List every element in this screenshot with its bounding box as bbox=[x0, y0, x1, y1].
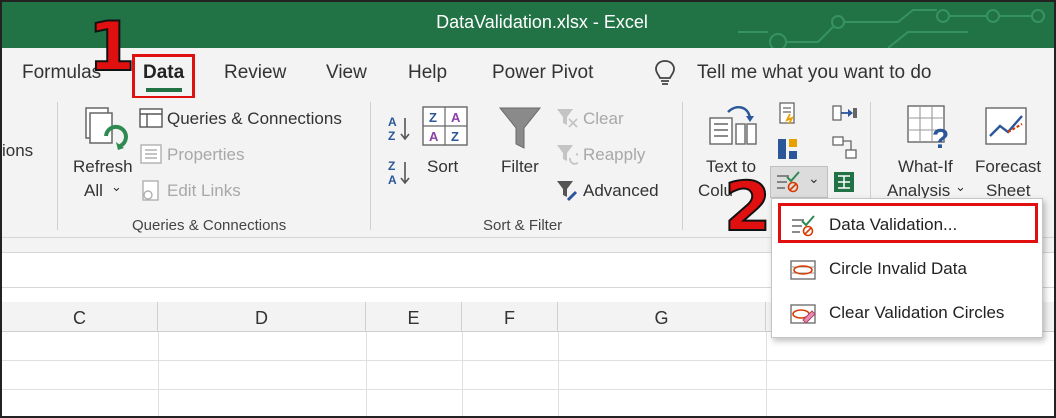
refresh-all-label-2[interactable]: All bbox=[84, 181, 103, 201]
group-separator bbox=[370, 102, 371, 230]
clear-button[interactable]: Clear bbox=[583, 109, 624, 129]
properties-icon bbox=[140, 144, 162, 164]
filter-label[interactable]: Filter bbox=[501, 157, 539, 177]
circuit-pattern-decoration bbox=[738, 9, 1045, 48]
column-gridline bbox=[158, 332, 159, 416]
data-validation-icon[interactable] bbox=[775, 171, 801, 193]
svg-text:Z: Z bbox=[388, 129, 395, 143]
tab-review[interactable]: Review bbox=[224, 62, 286, 84]
group-separator bbox=[57, 102, 58, 230]
menu-item-label: Clear Validation Circles bbox=[829, 303, 1005, 322]
column-header-d[interactable]: D bbox=[158, 302, 366, 332]
sort-z-to-a-icon[interactable]: Z A bbox=[386, 158, 412, 188]
refresh-all-label-1[interactable]: Refresh bbox=[73, 157, 133, 177]
menu-item-circle-invalid-data[interactable]: Circle Invalid Data bbox=[772, 247, 1042, 291]
svg-text:A: A bbox=[451, 110, 461, 125]
filter-funnel-icon[interactable] bbox=[498, 106, 542, 152]
queries-group-label: Queries & Connections bbox=[132, 217, 287, 234]
svg-text:A: A bbox=[388, 173, 397, 187]
svg-text:Z: Z bbox=[451, 129, 459, 144]
row-gridline bbox=[2, 389, 1054, 390]
step1-highlight-box bbox=[132, 54, 195, 99]
row-gridline bbox=[2, 360, 1054, 361]
chevron-down-icon[interactable]: ⌄ bbox=[808, 170, 820, 187]
tab-help[interactable]: Help bbox=[408, 62, 447, 84]
cell-grid[interactable] bbox=[2, 332, 1054, 416]
circle-invalid-icon bbox=[790, 260, 816, 280]
reapply-button[interactable]: Reapply bbox=[583, 145, 645, 165]
step2-number: 2 bbox=[723, 168, 772, 247]
properties-button[interactable]: Properties bbox=[167, 145, 244, 165]
consolidate-icon[interactable] bbox=[832, 102, 858, 124]
forecast-sheet-icon[interactable] bbox=[984, 104, 1030, 150]
text-to-columns-icon[interactable] bbox=[708, 104, 758, 152]
remove-duplicates-icon[interactable] bbox=[777, 138, 799, 160]
edit-links-button[interactable]: Edit Links bbox=[167, 181, 241, 201]
lightbulb-icon bbox=[655, 60, 675, 85]
sort-a-to-z-icon[interactable]: A Z bbox=[386, 114, 412, 144]
tab-view[interactable]: View bbox=[326, 62, 367, 84]
flash-fill-icon[interactable] bbox=[777, 102, 799, 124]
column-gridline bbox=[462, 332, 463, 416]
tab-power-pivot[interactable]: Power Pivot bbox=[492, 62, 593, 84]
column-header-c[interactable]: C bbox=[2, 302, 158, 332]
forecast-label-1[interactable]: Forecast bbox=[975, 157, 1041, 177]
what-if-label-1[interactable]: What-If bbox=[898, 157, 953, 177]
column-gridline bbox=[766, 332, 767, 416]
relationships-icon[interactable] bbox=[832, 136, 858, 160]
group-separator bbox=[682, 102, 683, 230]
sort-label[interactable]: Sort bbox=[427, 157, 458, 177]
tell-me-search[interactable]: Tell me what you want to do bbox=[697, 62, 931, 84]
column-gridline bbox=[366, 332, 367, 416]
advanced-button[interactable]: Advanced bbox=[583, 181, 659, 201]
queries-connections-icon bbox=[139, 108, 163, 128]
chevron-down-icon[interactable]: ⌄ bbox=[955, 179, 966, 195]
title-bar: DataValidation.xlsx - Excel bbox=[2, 2, 1054, 48]
svg-text:A: A bbox=[388, 115, 397, 129]
column-header-g[interactable]: G bbox=[558, 302, 766, 332]
menu-item-clear-validation-circles[interactable]: Clear Validation Circles bbox=[772, 291, 1042, 335]
step1-number: 1 bbox=[87, 8, 136, 87]
reapply-icon bbox=[557, 145, 578, 165]
partial-left-label: ions bbox=[2, 141, 34, 160]
column-gridline bbox=[558, 332, 559, 416]
sort-dialog-icon[interactable]: Z A A Z bbox=[422, 106, 468, 146]
what-if-analysis-icon[interactable]: ? bbox=[906, 104, 952, 150]
edit-links-icon bbox=[142, 180, 159, 201]
svg-text:Z: Z bbox=[429, 110, 437, 125]
chevron-down-icon[interactable]: ⌄ bbox=[111, 179, 122, 195]
svg-text:A: A bbox=[429, 129, 439, 144]
column-header-e[interactable]: E bbox=[366, 302, 462, 332]
sort-filter-group-label: Sort & Filter bbox=[483, 217, 563, 234]
menu-item-label: Circle Invalid Data bbox=[829, 259, 967, 278]
clear-circles-icon bbox=[790, 304, 816, 324]
step2-highlight-box bbox=[778, 203, 1038, 243]
svg-text:?: ? bbox=[932, 123, 949, 150]
svg-text:Z: Z bbox=[388, 159, 395, 173]
advanced-filter-icon bbox=[557, 181, 578, 202]
queries-connections-button[interactable]: Queries & Connections bbox=[167, 109, 342, 129]
excel-window: DataValidation.xlsx - Excel Formulas Dat… bbox=[0, 0, 1056, 418]
column-header-f[interactable]: F bbox=[462, 302, 558, 332]
refresh-all-icon[interactable] bbox=[80, 104, 130, 154]
clear-filter-icon bbox=[557, 109, 578, 128]
manage-data-model-icon[interactable] bbox=[832, 170, 856, 194]
